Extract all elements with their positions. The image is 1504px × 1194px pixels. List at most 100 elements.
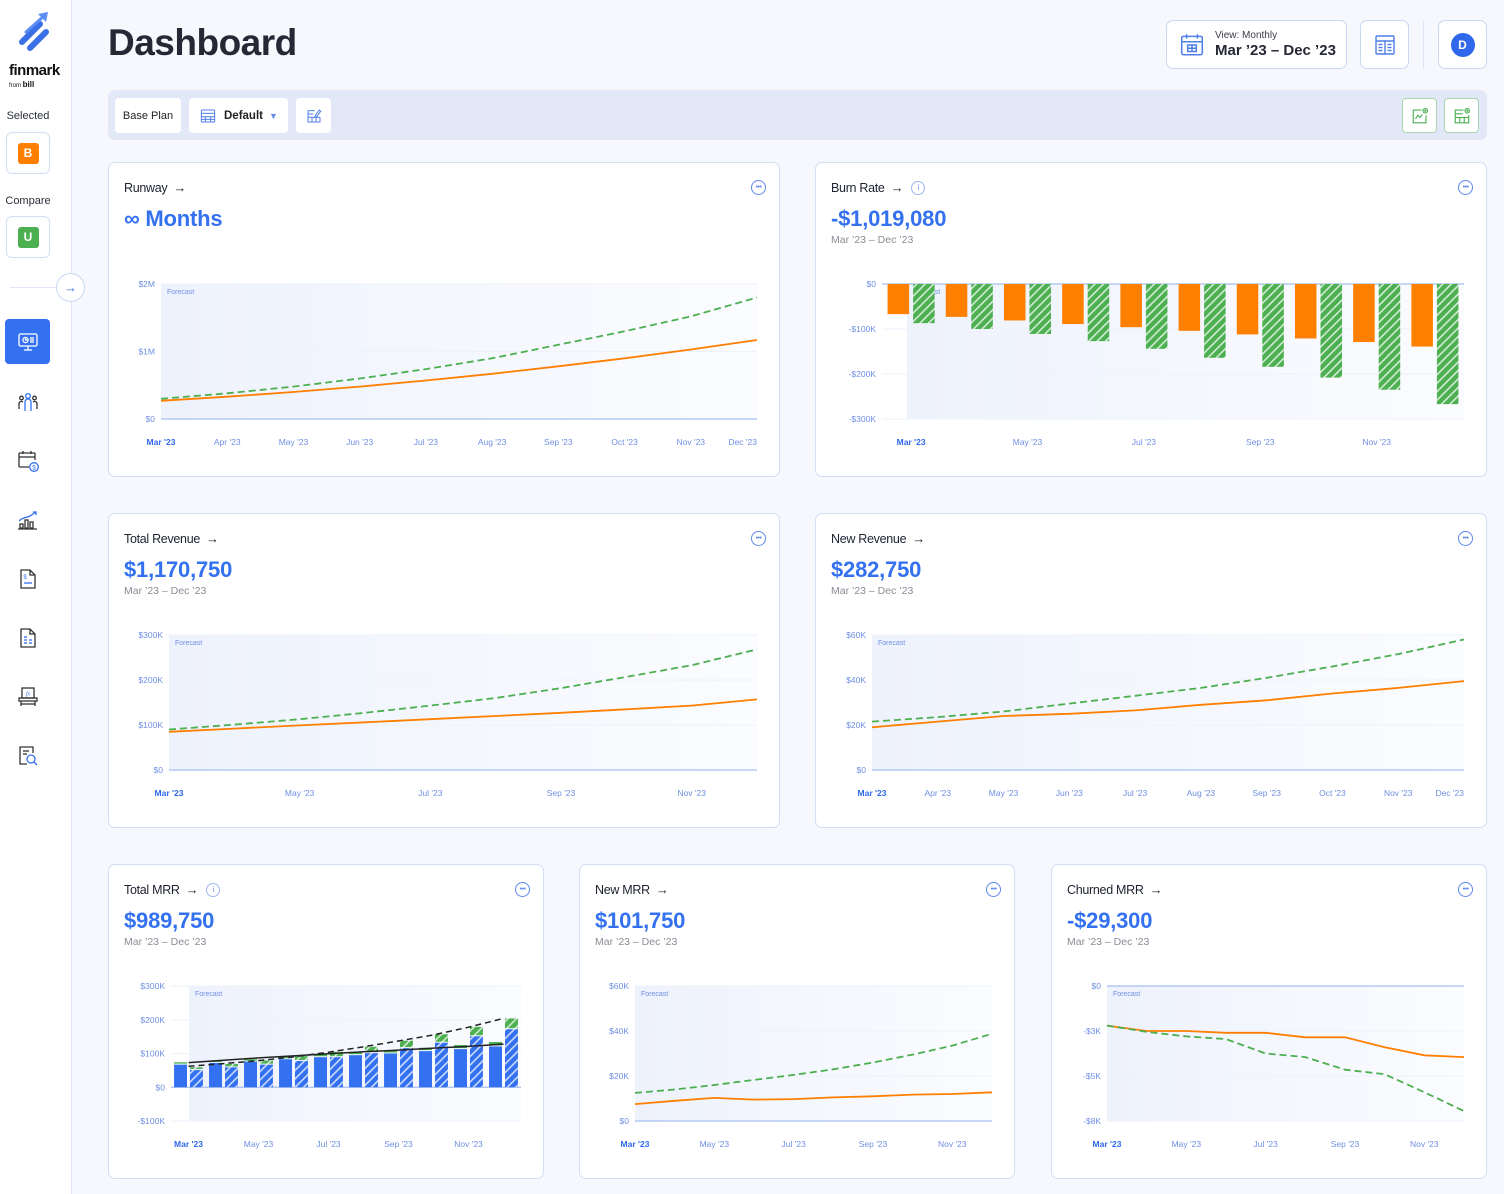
y-tick-label: -$5K (1083, 1071, 1101, 1081)
bar-compare-mrr (400, 1048, 413, 1088)
expand-sidebar-button[interactable]: → (56, 273, 85, 302)
sidebar-item-reports[interactable] (5, 615, 50, 660)
x-tick-label: Mar '23 (1093, 1139, 1122, 1149)
x-tick-label: Apr '23 (924, 788, 951, 798)
x-tick-label: Jul '23 (316, 1139, 341, 1149)
bar-compare (1262, 284, 1284, 367)
x-tick-label: May '23 (1013, 437, 1043, 447)
total_revenue-chart: Forecast $0 $100K $200K $300K Mar '23 May '23 J… (138, 630, 758, 798)
x-tick-label: Mar '23 (858, 788, 887, 798)
x-tick-label: Jun '23 (346, 437, 373, 447)
layout-grid-icon (200, 109, 216, 122)
x-tick-label: Sep '23 (1246, 437, 1275, 447)
sidebar-item-revenue[interactable] (5, 497, 50, 542)
x-tick-label: Sep '23 (544, 437, 573, 447)
bar-compare-mrr (365, 1053, 378, 1088)
bar-compare-mrr (295, 1060, 308, 1088)
finmark-logo[interactable]: finmark from bill (4, 12, 64, 89)
y-tick-label: $2M (138, 279, 155, 289)
forecast-region (169, 635, 757, 770)
churned-mrr-card: Churned MRR → ••• -$29,300 Mar ’23 – Dec … (1051, 864, 1487, 1179)
view-period-button[interactable]: View: Monthly Mar ’23 – Dec ’23 (1166, 20, 1347, 69)
bar-chart-trend-icon (17, 510, 37, 530)
logo-brand-text: bill (22, 80, 35, 89)
y-tick-label: $0 (857, 765, 867, 775)
edit-layout-button[interactable] (296, 98, 331, 133)
y-tick-label: $60K (609, 981, 629, 991)
y-tick-label: $40K (846, 675, 866, 685)
x-tick-label: Nov '23 (1410, 1139, 1439, 1149)
logo-wordmark: finmark (9, 62, 60, 79)
sidebar-item-formulas[interactable]: fx (5, 674, 50, 719)
selected-scenario-chip: B (17, 142, 39, 164)
x-tick-label: Nov '23 (677, 788, 706, 798)
total-mrr-card: Total MRR → i ••• $989,750 Mar ’23 – Dec ’… (108, 864, 544, 1179)
x-tick-label: May '23 (989, 788, 1019, 798)
x-tick-label: Nov '23 (454, 1139, 483, 1149)
y-tick-label: $0 (146, 414, 156, 424)
y-tick-label: $300K (138, 630, 163, 640)
selected-scenario-button[interactable]: B (6, 132, 50, 174)
calendar-dollar-icon: $ (17, 450, 39, 472)
y-tick-label: -$8K (1083, 1116, 1101, 1126)
y-tick-label: -$100K (138, 1116, 166, 1126)
forecast-label: Forecast (195, 991, 222, 998)
y-tick-label: $0 (620, 1116, 630, 1126)
x-tick-label: Sep '23 (1252, 788, 1281, 798)
bar-compare (1029, 284, 1052, 334)
sidebar-item-invoices[interactable]: $ (5, 556, 50, 601)
total_mrr-chart: Forecast -$100K $0 $100K $200K $300K Mar '23 Ma… (138, 981, 521, 1149)
bar-base-plan (887, 284, 910, 315)
bar-base-mrr (489, 1046, 502, 1088)
sidebar-item-expenses[interactable]: $ (5, 438, 50, 483)
compare-scenario-button[interactable]: U (6, 216, 50, 258)
add-table-button[interactable] (1444, 98, 1479, 133)
bar-compare (1320, 284, 1343, 378)
new_revenue-chart: Forecast $0 $20K $40K $60K Mar '23 Apr '23 May … (846, 630, 1464, 798)
forecast-label: Forecast (878, 640, 905, 647)
table-layout-icon (1374, 34, 1395, 55)
base-plan-button[interactable]: Base Plan (115, 98, 181, 133)
layout-select[interactable]: Default ▼ (189, 98, 288, 133)
dashboard-toolbar: Base Plan Default ▼ (108, 90, 1487, 140)
sidebar-item-search-reports[interactable] (5, 733, 50, 778)
logo-from-text: from (9, 83, 21, 89)
x-tick-label: Oct '23 (1319, 788, 1346, 798)
x-tick-label: Sep '23 (547, 788, 576, 798)
bar-compare-mrr (330, 1057, 343, 1088)
y-tick-label: $0 (867, 279, 877, 289)
bar-compare-new-mrr (400, 1040, 413, 1048)
header-divider (1423, 20, 1424, 69)
y-tick-label: -$200K (849, 369, 877, 379)
avatar: D (1450, 32, 1475, 57)
x-tick-label: Nov '23 (676, 437, 705, 447)
add-chart-button[interactable] (1402, 98, 1437, 133)
document-search-icon (18, 745, 37, 765)
bar-base-mrr (349, 1055, 362, 1088)
view-range-label: Mar ’23 – Dec ’23 (1215, 42, 1336, 59)
x-tick-label: May '23 (279, 437, 309, 447)
sidebar-item-people[interactable] (5, 379, 50, 424)
sidebar-item-dashboard[interactable] (5, 319, 50, 364)
y-tick-label: $0 (156, 1082, 166, 1092)
bar-compare (1436, 284, 1459, 405)
x-tick-label: May '23 (244, 1139, 274, 1149)
x-tick-label: Jul '23 (1132, 437, 1157, 447)
bar-compare-mrr (190, 1070, 203, 1088)
x-tick-label: Jul '23 (782, 1139, 807, 1149)
bar-compare (1378, 284, 1401, 390)
table-view-button[interactable] (1360, 20, 1409, 69)
edit-layout-icon (307, 108, 321, 122)
bar-base-mrr (384, 1053, 397, 1088)
x-tick-label: Nov '23 (938, 1139, 967, 1149)
user-menu-button[interactable]: D (1438, 20, 1487, 69)
chevron-down-icon: ▼ (268, 110, 278, 121)
bar-base-plan (1353, 284, 1375, 343)
bar-base-plan (1294, 284, 1317, 339)
new_mrr-chart: Forecast $0 $20K $40K $60K Mar '23 May '23 Jul … (609, 981, 993, 1149)
forecast-label: Forecast (641, 991, 668, 998)
x-tick-label: Jul '23 (414, 437, 439, 447)
layout-select-value: Default (224, 109, 263, 122)
arrow-right-icon: → (64, 280, 77, 295)
forecast-label: Forecast (175, 640, 202, 647)
